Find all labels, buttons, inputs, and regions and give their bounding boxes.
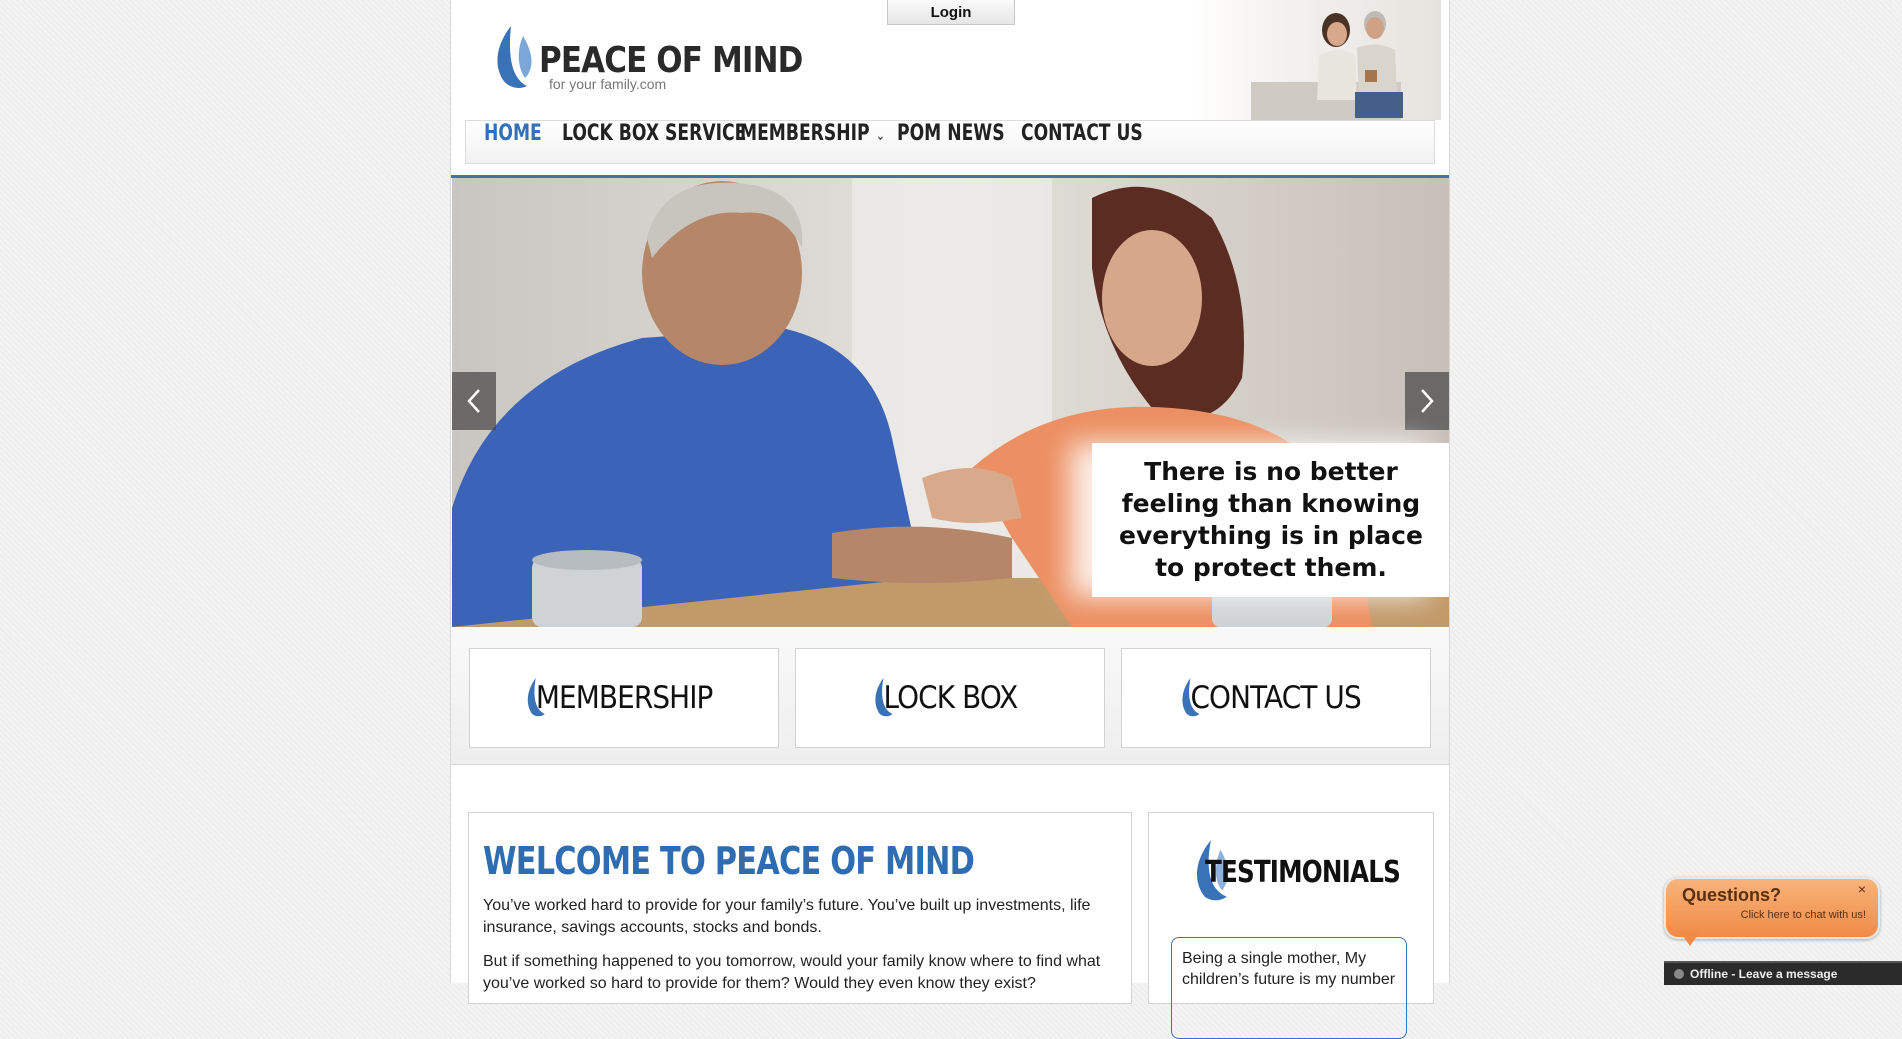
nav-item-lock-box-service[interactable]: LOCK BOX SERVICE — [562, 121, 746, 163]
offline-label: Offline - Leave a message — [1690, 967, 1838, 981]
welcome-panel: WELCOME TO PEACE OF MIND You’ve worked h… — [468, 812, 1132, 1004]
testimonials-panel: TESTIMONIALS Being a single mother, My c… — [1148, 812, 1434, 1039]
logo-subtitle: for your family.com — [549, 76, 667, 92]
hero-slider: There is no better feeling than knowing … — [452, 178, 1449, 627]
welcome-paragraph-2: But if something happened to you tomorro… — [483, 953, 1101, 992]
chat-bubble-tail — [1680, 932, 1700, 946]
nav-item-membership-label: MEMBERSHIP — [740, 121, 870, 146]
nav-item-home[interactable]: HOME — [484, 121, 542, 163]
welcome-title: WELCOME TO PEACE OF MIND — [483, 839, 975, 883]
feature-label: LOCK BOX — [875, 678, 1018, 717]
chat-subtitle: Click here to chat with us! — [1740, 909, 1866, 921]
chat-widget[interactable]: Questions? Click here to chat with us! × — [1664, 877, 1880, 939]
status-dot-icon — [1674, 969, 1684, 979]
testimonials-title: TESTIMONIALS — [1205, 855, 1401, 890]
nav-item-membership[interactable]: MEMBERSHIP ⌄ — [740, 121, 885, 163]
hero-quote-box: There is no better feeling than knowing … — [1092, 443, 1449, 597]
nav-item-contact-us[interactable]: CONTACT US — [1021, 121, 1143, 163]
leaf-icon — [527, 678, 545, 717]
feature-label: MEMBERSHIP — [527, 678, 713, 717]
feature-membership[interactable]: MEMBERSHIP — [469, 648, 779, 748]
welcome-paragraph-1: You’ve worked hard to provide for your f… — [483, 897, 1091, 936]
page-container: Login PEACE OF MIND for your family.com … — [450, 0, 1450, 1039]
chat-offline-bar[interactable]: Offline - Leave a message — [1664, 961, 1902, 985]
feature-contact-us[interactable]: CONTACT US — [1121, 648, 1431, 748]
testimonial-quote: Being a single mother, My children’s fut… — [1171, 937, 1407, 1039]
feature-label: CONTACT US — [1182, 678, 1362, 717]
login-button[interactable]: Login — [887, 0, 1015, 25]
chevron-down-icon: ⌄ — [875, 128, 885, 144]
chat-title: Questions? — [1682, 885, 1782, 905]
hero-quote: There is no better feeling than knowing … — [1119, 457, 1423, 582]
leaf-icon — [1182, 678, 1200, 717]
slider-prev-button[interactable] — [452, 372, 496, 430]
site-logo[interactable]: PEACE OF MIND for your family.com — [489, 20, 803, 100]
close-icon[interactable]: × — [1858, 881, 1866, 897]
leaf-icon — [875, 678, 893, 717]
slider-next-button[interactable] — [1405, 372, 1449, 430]
main-nav: HOME LOCK BOX SERVICE MEMBERSHIP ⌄ POM NE… — [465, 120, 1435, 164]
header-couple-photo — [1191, 0, 1441, 120]
chevron-right-icon — [1421, 389, 1434, 413]
feature-lock-box[interactable]: LOCK BOX — [795, 648, 1105, 748]
nav-item-pom-news[interactable]: POM NEWS — [897, 121, 1005, 163]
logo-title: PEACE OF MIND — [539, 40, 803, 81]
chevron-left-icon — [467, 389, 480, 413]
feature-boxes: MEMBERSHIP LOCK BOX CONTACT US — [451, 628, 1449, 765]
